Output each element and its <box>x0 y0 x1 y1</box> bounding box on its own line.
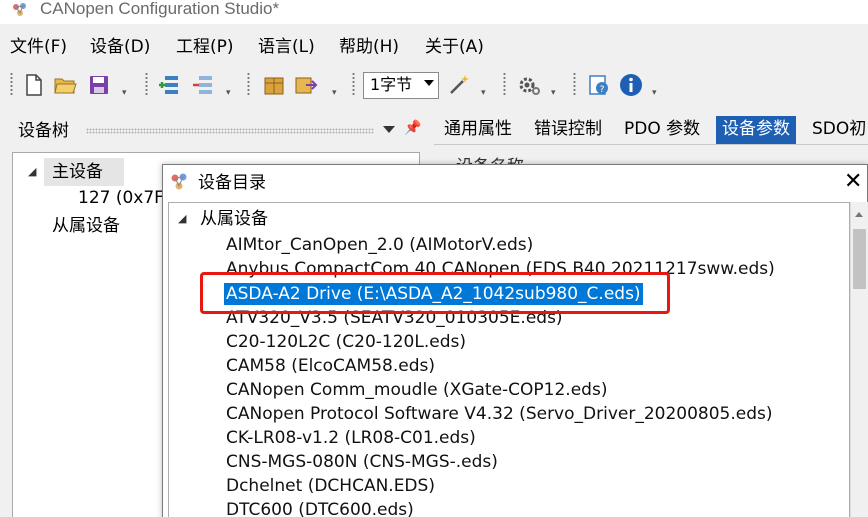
menu-project[interactable]: 工程(P) <box>176 36 234 58</box>
toolbar-grip[interactable] <box>503 72 506 96</box>
dialog-title: 设备目录 <box>198 173 266 193</box>
tree-item-slaves[interactable]: 从属设备 <box>52 215 120 237</box>
tab-sdo[interactable]: SDO初 <box>806 116 868 144</box>
info-icon[interactable] <box>619 73 643 97</box>
catalog-item[interactable]: CANopen Comm_moudle (XGate-COP12.eds) <box>226 379 607 401</box>
wand-icon[interactable] <box>447 73 471 97</box>
help-icon[interactable]: ? <box>587 73 611 97</box>
new-file-icon[interactable] <box>22 73 46 97</box>
dock-menu-icon[interactable] <box>383 126 395 133</box>
menu-device[interactable]: 设备(D) <box>90 36 150 58</box>
toolbar-grip[interactable] <box>10 72 13 96</box>
menu-file[interactable]: 文件(F) <box>10 36 67 58</box>
tab-device-params[interactable]: 设备参数 <box>716 116 796 144</box>
window-title: CANopen Configuration Studio* <box>40 0 280 18</box>
catalog-item[interactable]: CAM58 (ElcoCAM58.eds) <box>226 355 435 377</box>
catalog-item[interactable]: C20-120L2C (C20-120L.eds) <box>226 331 466 353</box>
toolbar-grip[interactable] <box>247 72 250 96</box>
chevron-down-icon <box>424 80 434 86</box>
toolbar-grip[interactable] <box>573 72 576 96</box>
tree-item-master-label: 主设备 <box>52 162 103 182</box>
app-logo-icon <box>13 3 26 16</box>
tree-expand-icon[interactable]: ◢ <box>178 212 186 225</box>
tree-expand-icon[interactable]: ◢ <box>28 165 36 178</box>
toolbar-dropdown-arrow[interactable]: ▾ <box>652 88 657 98</box>
package-icon[interactable] <box>262 73 286 97</box>
toolbar-dropdown-arrow[interactable]: ▾ <box>551 88 556 98</box>
tab-error-control[interactable]: 错误控制 <box>528 116 608 144</box>
add-node-icon[interactable] <box>157 73 181 97</box>
device-tree-title: 设备树 <box>18 121 69 141</box>
byte-size-value: 1字节 <box>370 75 413 94</box>
menu-language[interactable]: 语言(L) <box>258 36 315 58</box>
open-folder-icon[interactable] <box>53 73 77 97</box>
pin-icon[interactable]: 📌 <box>404 120 421 136</box>
scrollbar-thumb[interactable] <box>853 229 866 289</box>
scroll-up-icon[interactable] <box>855 212 863 217</box>
byte-size-select[interactable]: 1字节 <box>363 72 439 99</box>
menu-bar: 文件(F) 设备(D) 工程(P) 语言(L) 帮助(H) 关于(A) <box>0 30 868 62</box>
menu-help[interactable]: 帮助(H) <box>339 36 399 58</box>
catalog-item[interactable]: CNS-MGS-080N (CNS-MGS-.eds) <box>226 451 498 473</box>
device-tree-header: 设备树 <box>0 116 428 146</box>
catalog-item[interactable]: AIMtor_CanOpen_2.0 (AIMotorV.eds) <box>226 234 533 256</box>
tree-item-master-node[interactable]: 127 (0x7F) <box>78 187 171 209</box>
toolbar-dropdown-arrow[interactable]: ▾ <box>226 88 231 98</box>
tab-pdo[interactable]: PDO 参数 <box>618 116 706 144</box>
save-icon[interactable] <box>87 73 111 97</box>
toolbar-grip[interactable] <box>352 72 355 96</box>
catalog-item[interactable]: CK-LR08-v1.2 (LR08-C01.eds) <box>226 427 476 449</box>
close-icon[interactable]: ✕ <box>844 170 862 194</box>
highlight-annotation <box>200 272 670 314</box>
toolbar-dropdown-arrow[interactable]: ▾ <box>481 88 486 98</box>
title-bar: CANopen Configuration Studio* <box>0 0 868 24</box>
remove-node-icon[interactable] <box>191 73 215 97</box>
catalog-root-slaves[interactable]: 从属设备 <box>200 208 268 230</box>
catalog-item[interactable]: CANopen Protocol Software V4.32 (Servo_D… <box>226 403 773 425</box>
gear-icon[interactable] <box>517 73 541 97</box>
catalog-item[interactable]: Dchelnet (DCHCAN.EDS) <box>226 475 435 497</box>
toolbar-dropdown-arrow[interactable]: ▾ <box>122 88 127 98</box>
menu-about[interactable]: 关于(A) <box>425 36 484 58</box>
dock-grip[interactable] <box>86 128 374 134</box>
tab-general[interactable]: 通用属性 <box>438 116 518 144</box>
svg-text:?: ? <box>600 85 605 95</box>
dialog-logo-icon <box>171 173 187 190</box>
toolbar-dropdown-arrow[interactable]: ▾ <box>332 88 337 98</box>
toolbar-grip[interactable] <box>145 72 148 96</box>
catalog-item[interactable]: DTC600 (DTC600.eds) <box>226 499 414 517</box>
export-icon[interactable] <box>294 73 318 97</box>
